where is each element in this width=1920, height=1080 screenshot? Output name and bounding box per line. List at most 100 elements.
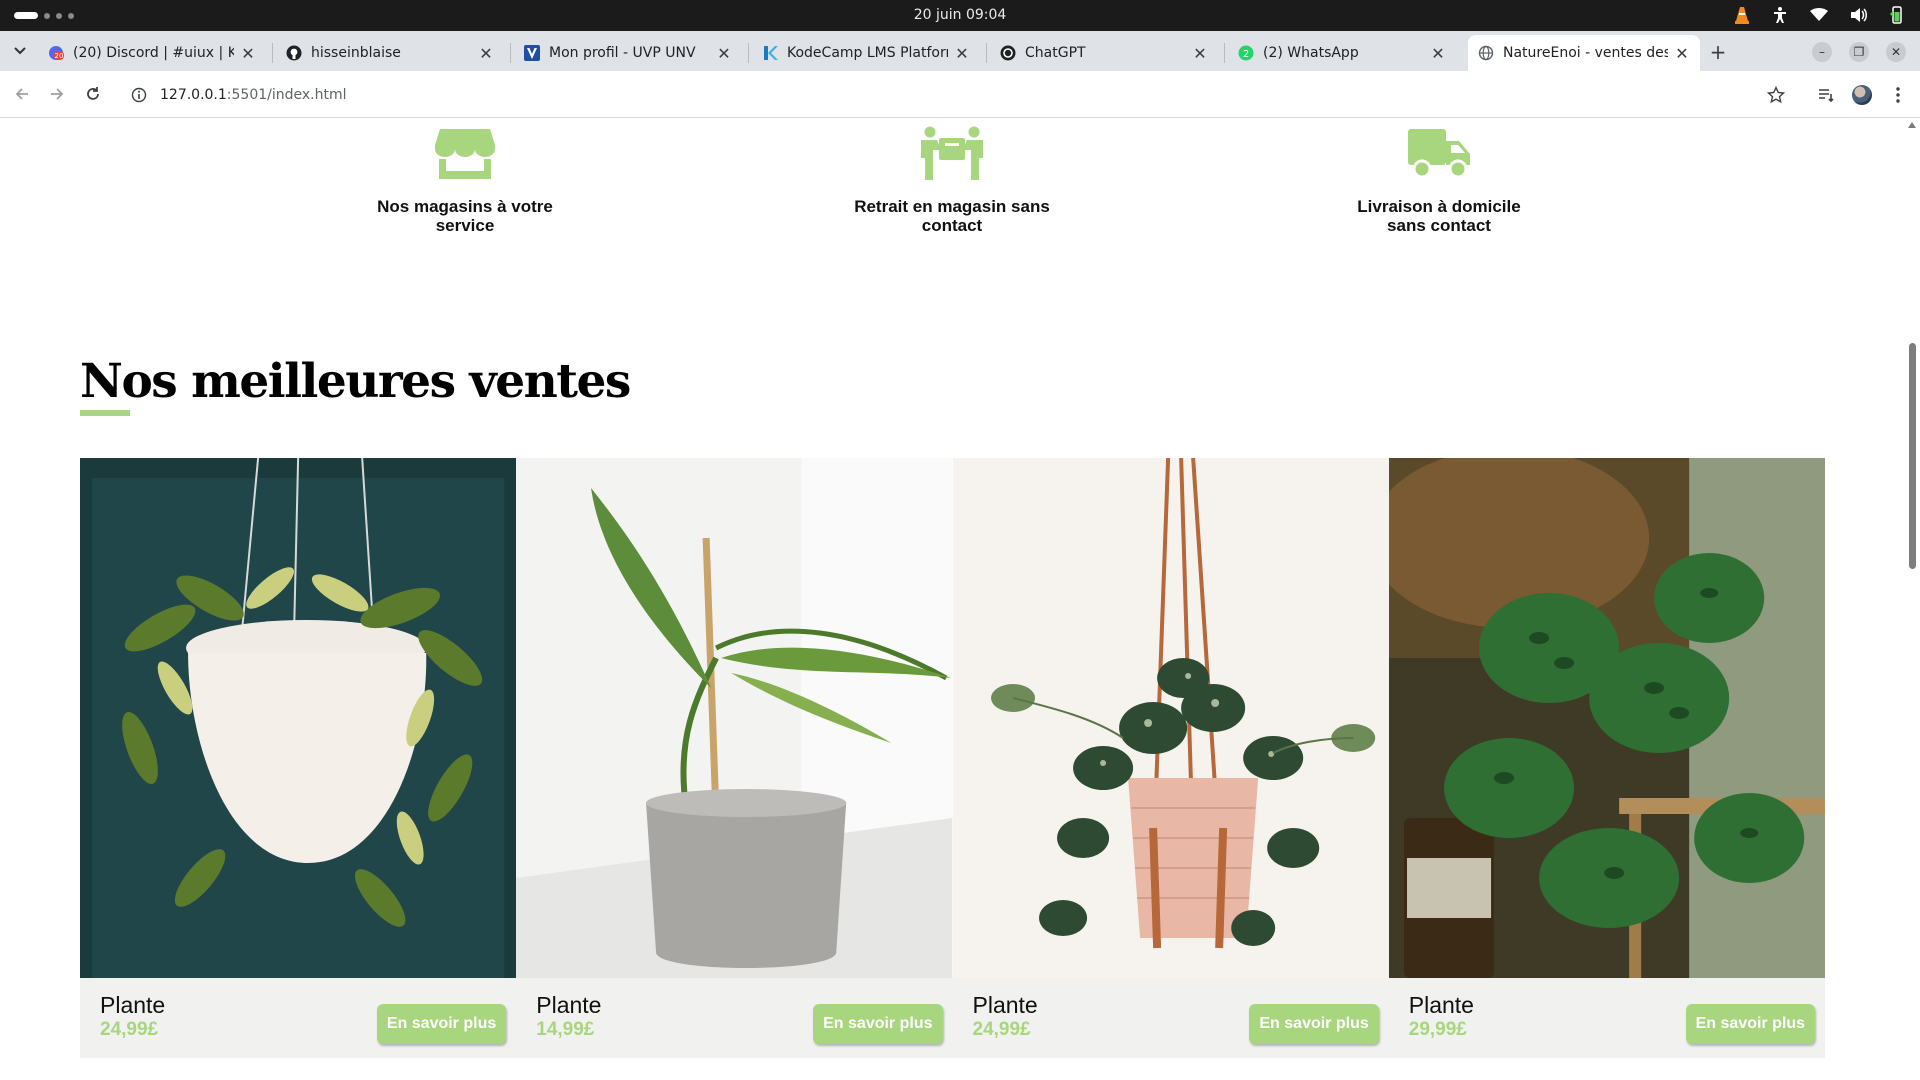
accessibility-icon[interactable] (1772, 6, 1788, 24)
wifi-icon[interactable] (1810, 8, 1828, 22)
volume-icon[interactable] (1850, 7, 1868, 23)
site-info-icon[interactable] (122, 87, 156, 103)
learn-more-button[interactable]: En savoir plus (813, 1004, 943, 1044)
tab-divider (510, 43, 511, 63)
web-page: Nos magasins à votre service Retrait en … (0, 118, 1904, 1080)
service-delivery: Livraison à domicile sans contact (1339, 126, 1539, 235)
tab-title: Mon profil - UVP UNV (549, 45, 696, 61)
restore-button[interactable]: ❐ (1849, 42, 1869, 62)
store-icon (365, 126, 565, 182)
product-footer: Plante 24,99£ En savoir plus (952, 978, 1389, 1058)
tab-natureenoi[interactable]: NatureEnoi - ventes des p ✕ (1468, 35, 1700, 71)
delivery-truck-icon (1339, 126, 1539, 182)
product-footer: Plante 29,99£ En savoir plus (1388, 978, 1825, 1058)
vlc-cone-icon[interactable] (1734, 6, 1750, 24)
page-scrollbar[interactable] (1904, 118, 1920, 1080)
chevron-down-icon (14, 47, 26, 55)
v-logo-icon (524, 45, 540, 61)
restore-icon: ❐ (1853, 45, 1865, 59)
media-queue-icon (1819, 89, 1834, 103)
discord-icon: 20 (48, 45, 64, 61)
service-pickup: Retrait en magasin sans contact (852, 126, 1052, 235)
plant-photo-pink-hanging-pot[interactable] (952, 458, 1389, 978)
learn-more-button[interactable]: En savoir plus (1249, 1004, 1379, 1044)
system-status-area[interactable] (1734, 6, 1904, 24)
tab-divider (748, 43, 749, 63)
service-label: Livraison à domicile sans contact (1357, 197, 1521, 235)
tab-title: NatureEnoi - ventes des p (1503, 45, 1668, 61)
tab-title: hisseinblaise (311, 45, 401, 61)
chatgpt-icon (1000, 45, 1016, 61)
scrollbar-thumb[interactable] (1909, 343, 1916, 569)
battery-icon[interactable] (1890, 6, 1904, 24)
plant-photo-monstera-shelf[interactable] (1388, 458, 1825, 978)
product-card[interactable]: Plante 29,99£ En savoir plus (1388, 458, 1825, 1058)
close-tab-icon[interactable]: ✕ (1674, 44, 1690, 63)
plant-photo-stone-pot[interactable] (516, 458, 953, 978)
product-footer: Plante 24,99£ En savoir plus (80, 978, 517, 1058)
plant-photo-hanging-white-pot[interactable] (80, 458, 517, 978)
tab-divider (1224, 43, 1225, 63)
minimize-button[interactable]: – (1812, 42, 1832, 62)
reading-list-button[interactable] (1814, 83, 1838, 107)
github-icon (286, 45, 302, 61)
tab-chatgpt[interactable]: ChatGPT ✕ (990, 35, 1218, 71)
globe-icon (1478, 45, 1494, 61)
service-label: Retrait en magasin sans contact (854, 197, 1050, 235)
product-card[interactable]: Plante 24,99£ En savoir plus (952, 458, 1389, 1058)
tab-uvp-profile[interactable]: Mon profil - UVP UNV ✕ (514, 35, 742, 71)
tab-whatsapp[interactable]: 2 (2) WhatsApp ✕ (1228, 35, 1456, 71)
minimize-icon: – (1819, 45, 1825, 59)
bookmark-button[interactable] (1764, 83, 1788, 107)
handover-icon (852, 126, 1052, 182)
close-icon: ✕ (1890, 45, 1902, 59)
address-bar[interactable]: 127.0.0.1:5501/index.html (122, 78, 1762, 112)
close-tab-icon[interactable]: ✕ (1430, 44, 1446, 63)
product-price: 14,99£ (536, 1019, 595, 1040)
product-footer: Plante 14,99£ En savoir plus (516, 978, 953, 1058)
browser-menu-button[interactable] (1886, 83, 1910, 107)
learn-more-button[interactable]: En savoir plus (1685, 1004, 1815, 1044)
tab-divider (986, 43, 987, 63)
product-name: Plante (536, 992, 602, 1018)
os-clock[interactable]: 20 juin 09:04 (0, 7, 1920, 23)
product-card[interactable]: Plante 24,99£ En savoir plus (80, 458, 517, 1058)
product-card[interactable]: Plante 14,99£ En savoir plus (516, 458, 953, 1058)
close-tab-icon[interactable]: ✕ (716, 44, 732, 63)
close-window-button[interactable]: ✕ (1886, 42, 1906, 62)
browser-toolbar: 127.0.0.1:5501/index.html (0, 71, 1920, 118)
tab-title: KodeCamp LMS Platform (787, 45, 948, 61)
whatsapp-icon: 2 (1238, 45, 1254, 61)
forward-button[interactable] (46, 83, 68, 105)
tab-title: ChatGPT (1025, 45, 1086, 61)
reload-button[interactable] (82, 83, 104, 105)
product-price: 24,99£ (972, 1019, 1031, 1040)
avatar (1852, 85, 1872, 105)
product-name: Plante (972, 992, 1038, 1018)
product-price: 24,99£ (100, 1019, 159, 1040)
os-top-bar: 20 juin 09:04 (0, 0, 1920, 31)
tab-github[interactable]: hisseinblaise ✕ (276, 35, 504, 71)
product-price: 29,99£ (1408, 1019, 1467, 1040)
close-tab-icon[interactable]: ✕ (240, 44, 256, 63)
new-tab-button[interactable]: + (1706, 40, 1730, 64)
scroll-up-arrow-icon[interactable] (1908, 122, 1916, 128)
plus-icon: + (1709, 40, 1727, 64)
svg-text:2: 2 (1243, 49, 1249, 60)
tab-search-button[interactable] (8, 39, 32, 63)
title-underline (80, 410, 130, 416)
kebab-menu-icon (1896, 87, 1900, 103)
tab-divider (272, 43, 273, 63)
tab-discord[interactable]: 20 (20) Discord | #uiux | Kod ✕ (38, 35, 266, 71)
close-tab-icon[interactable]: ✕ (478, 44, 494, 63)
product-name: Plante (1408, 992, 1474, 1018)
back-button[interactable] (11, 83, 33, 105)
best-sellers-title: Nos meilleures ventes (80, 354, 631, 409)
learn-more-button[interactable]: En savoir plus (376, 1004, 507, 1044)
close-tab-icon[interactable]: ✕ (954, 44, 970, 63)
tab-kodecamp[interactable]: KodeCamp LMS Platform ✕ (752, 35, 980, 71)
close-tab-icon[interactable]: ✕ (1192, 44, 1208, 63)
k-logo-icon (762, 45, 778, 61)
reload-icon (87, 87, 99, 100)
profile-button[interactable] (1850, 83, 1874, 107)
